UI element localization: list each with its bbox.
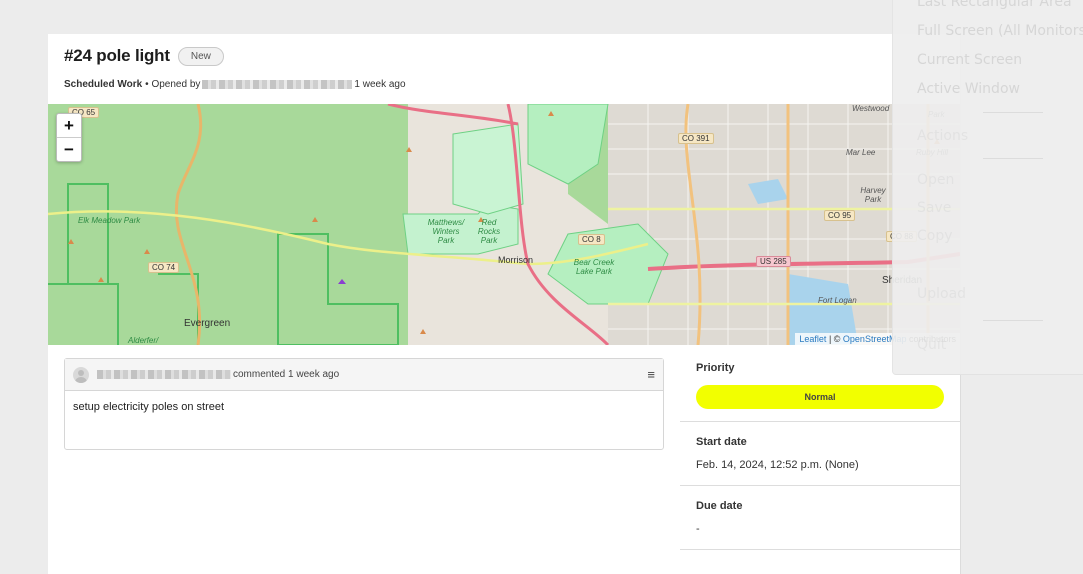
page-title: #24 pole light bbox=[64, 46, 170, 65]
menu-separator bbox=[983, 158, 1043, 159]
leaflet-link[interactable]: Leaflet bbox=[799, 334, 826, 344]
map-label-bear-creek: Bear Creek Lake Park bbox=[573, 258, 615, 276]
map-town-evergreen: Evergreen bbox=[184, 318, 231, 329]
title-row: #24 pole light New bbox=[64, 46, 224, 66]
attribution-separator: | © bbox=[826, 334, 843, 344]
issue-meta: Scheduled Work • Opened by 1 week ago bbox=[64, 79, 406, 90]
hamburger-menu-icon[interactable]: ≡ bbox=[647, 367, 655, 382]
map-label-alderfer: Alderfer/ bbox=[128, 336, 159, 345]
map-label-matthews: Matthews/ Winters Park bbox=[427, 218, 465, 245]
menu-item-copy[interactable]: Copy bbox=[917, 228, 953, 244]
menu-item-actions[interactable]: Actions bbox=[917, 128, 968, 144]
opened-by-label: • Opened by bbox=[145, 79, 201, 90]
due-date-label: Due date bbox=[696, 500, 743, 512]
map-shield-co8: CO 8 bbox=[578, 234, 605, 245]
menu-item-open[interactable]: Open bbox=[917, 172, 954, 188]
menu-item-upload[interactable]: Upload bbox=[917, 286, 966, 302]
priority-badge[interactable]: Normal bbox=[696, 385, 944, 409]
start-date-value: Feb. 14, 2024, 12:52 p.m. (None) bbox=[696, 459, 859, 471]
menu-item-full-screen[interactable]: Full Screen (All Monitors) bbox=[917, 23, 1083, 39]
menu-item-active-window[interactable]: Active Window bbox=[917, 81, 1020, 97]
map-zoom-control: + − bbox=[56, 113, 82, 162]
opened-time: 1 week ago bbox=[354, 79, 406, 90]
map-shield-us285: US 285 bbox=[756, 256, 791, 267]
details-panel: Priority Normal Start date Feb. 14, 2024… bbox=[680, 348, 960, 550]
comment-action: commented 1 week ago bbox=[233, 369, 340, 380]
screenshot-tool-menu: Last Rectangular Area Full Screen (All M… bbox=[892, 0, 1083, 375]
redacted-username bbox=[202, 80, 353, 89]
menu-separator bbox=[983, 320, 1043, 321]
map-label-mar-lee: Mar Lee bbox=[846, 148, 876, 157]
map-label-elk-meadow: Elk Meadow Park bbox=[78, 216, 141, 225]
start-date-label: Start date bbox=[696, 436, 747, 448]
map-shield-co74: CO 74 bbox=[148, 262, 180, 273]
map[interactable]: Elk Meadow Park Matthews/ Winters Park R… bbox=[48, 104, 960, 345]
map-label-fort-logan: Fort Logan bbox=[818, 296, 857, 305]
zoom-in-button[interactable]: + bbox=[57, 114, 81, 138]
avatar bbox=[73, 366, 89, 383]
menu-item-current-screen[interactable]: Current Screen bbox=[917, 52, 1022, 68]
due-date-value: - bbox=[696, 523, 700, 535]
map-label-red-rocks: Red Rocks Park bbox=[477, 218, 501, 245]
due-date-field: Due date - bbox=[680, 486, 960, 550]
map-label-westwood: Westwood bbox=[852, 104, 890, 113]
comment-card: commented 1 week ago ≡ setup electricity… bbox=[64, 358, 664, 450]
issue-category: Scheduled Work bbox=[64, 79, 143, 90]
redacted-commenter bbox=[97, 370, 231, 379]
start-date-field: Start date Feb. 14, 2024, 12:52 p.m. (No… bbox=[680, 422, 960, 486]
map-shield-co391: CO 391 bbox=[678, 133, 714, 144]
menu-item-last-rectangular-area[interactable]: Last Rectangular Area bbox=[917, 0, 1072, 10]
status-badge: New bbox=[177, 46, 224, 66]
menu-separator bbox=[983, 112, 1043, 113]
zoom-out-button[interactable]: − bbox=[57, 138, 81, 161]
map-shield-co95: CO 95 bbox=[824, 210, 856, 221]
map-label-harvey-park: Harvey Park bbox=[860, 186, 886, 204]
comment-header: commented 1 week ago ≡ bbox=[65, 359, 663, 391]
issue-card: #24 pole light New Scheduled Work • Open… bbox=[48, 34, 961, 574]
menu-item-save[interactable]: Save bbox=[917, 200, 951, 216]
map-town-morrison: Morrison bbox=[498, 255, 534, 265]
menu-item-quit[interactable]: Quit bbox=[917, 337, 946, 353]
comment-body: setup electricity poles on street bbox=[73, 401, 225, 413]
